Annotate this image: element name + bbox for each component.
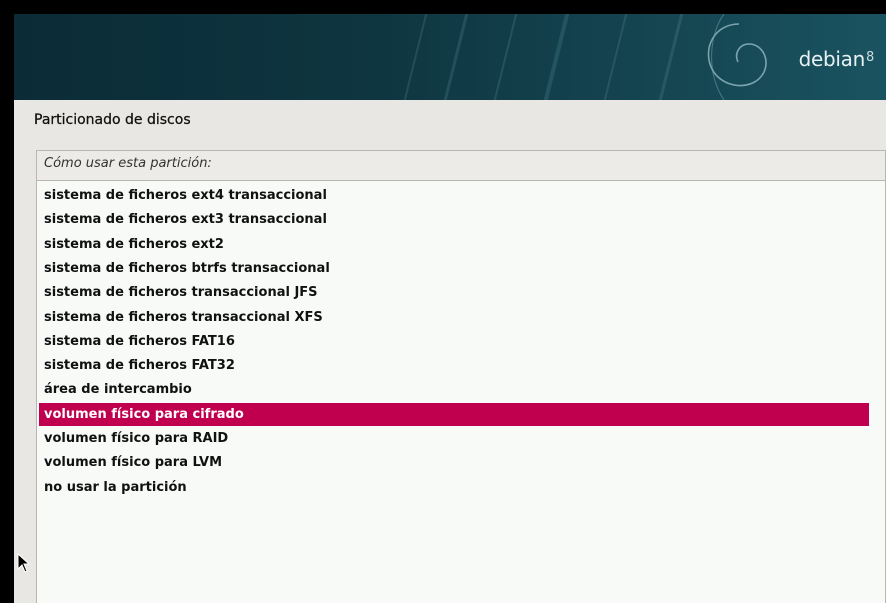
- list-item[interactable]: sistema de ficheros btrfs transaccional: [39, 257, 869, 280]
- list-item[interactable]: volumen físico para RAID: [39, 427, 869, 450]
- banner-streak: [488, 14, 522, 100]
- brand-name: debian: [798, 47, 866, 71]
- list-item[interactable]: sistema de ficheros ext2: [39, 233, 869, 256]
- list-item[interactable]: sistema de ficheros ext3 transaccional: [39, 208, 869, 231]
- installer-screen: debian8 Particionado de discos Cómo usar…: [0, 0, 886, 603]
- list-item[interactable]: sistema de ficheros transaccional JFS: [39, 281, 869, 304]
- list-item[interactable]: no usar la partición: [39, 476, 869, 499]
- brand-logo-text: debian8: [798, 47, 875, 71]
- banner-streak: [398, 14, 432, 100]
- brand-version: 8: [866, 50, 874, 65]
- list-item[interactable]: volumen físico para LVM: [39, 451, 869, 474]
- list-item[interactable]: área de intercambio: [39, 378, 869, 401]
- list-item[interactable]: sistema de ficheros FAT16: [39, 330, 869, 353]
- banner-streak: [653, 14, 688, 100]
- prompt-label: Cómo usar esta partición:: [44, 156, 212, 171]
- debian-swirl-icon: [707, 14, 767, 100]
- banner-streak: [538, 14, 574, 100]
- list-item[interactable]: sistema de ficheros ext4 transaccional: [39, 184, 869, 207]
- list-item[interactable]: sistema de ficheros FAT32: [39, 354, 869, 377]
- main-panel: Particionado de discos Cómo usar esta pa…: [14, 100, 886, 603]
- options-list[interactable]: sistema de ficheros ext4 transaccional si…: [36, 180, 886, 603]
- list-item-selected[interactable]: volumen físico para cifrado: [39, 402, 869, 426]
- banner-streak: [438, 14, 473, 100]
- list-item[interactable]: sistema de ficheros transaccional XFS: [39, 306, 869, 329]
- prompt-box: Cómo usar esta partición:: [36, 150, 886, 181]
- banner-streak: [598, 14, 632, 100]
- mouse-pointer-icon: [17, 553, 31, 573]
- header-banner: debian8: [14, 14, 886, 100]
- page-title: Particionado de discos: [34, 112, 191, 128]
